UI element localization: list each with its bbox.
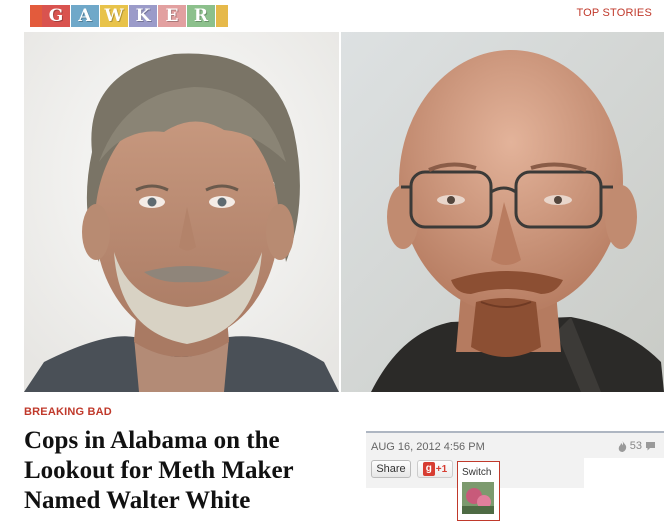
comment-bubble-icon (646, 442, 655, 451)
switch-label: Switch (462, 467, 492, 478)
article-image[interactable] (24, 32, 664, 392)
share-button[interactable]: Share (371, 460, 411, 478)
logo-letter: W (100, 5, 128, 27)
google-plus-icon: g (422, 462, 435, 476)
article-headline[interactable]: Cops in Alabama on the Lookout for Meth … (24, 426, 344, 516)
switch-button[interactable]: Switch (457, 461, 500, 521)
flame-icon (618, 440, 626, 452)
article-category[interactable]: BREAKING BAD (24, 406, 112, 418)
mugshot-illustration (24, 32, 339, 392)
switch-thumbnail (462, 482, 494, 514)
meta-bar: AUG 16, 2012 4:56 PM 53 (366, 431, 664, 458)
logo-letter: E (158, 5, 186, 27)
google-plus-button[interactable]: g +1 (417, 460, 453, 478)
google-plus-label: +1 (435, 463, 448, 475)
mugshot-photo (24, 32, 339, 392)
logo-letter: K (129, 5, 157, 27)
top-stories-link[interactable]: TOP STORIES (576, 7, 652, 19)
article-meta: AUG 16, 2012 4:56 PM 53 Share g +1 Switc… (366, 431, 664, 521)
top-bar: G A W K E R TOP STORIES (0, 0, 666, 30)
logo-letter: G (42, 5, 70, 27)
logo-cap-right (216, 5, 228, 27)
logo-letter: R (187, 5, 215, 27)
comment-count[interactable]: 53 (618, 440, 656, 452)
comment-count-value: 53 (629, 440, 642, 452)
switch-thumbnail-image (462, 482, 494, 514)
gawker-logo[interactable]: G A W K E R (30, 5, 228, 27)
publish-date: AUG 16, 2012 4:56 PM (371, 441, 485, 453)
walter-white-photo (341, 32, 664, 392)
walter-white-illustration (341, 32, 664, 392)
logo-letter: A (71, 5, 99, 27)
logo-cap-left (30, 5, 42, 27)
